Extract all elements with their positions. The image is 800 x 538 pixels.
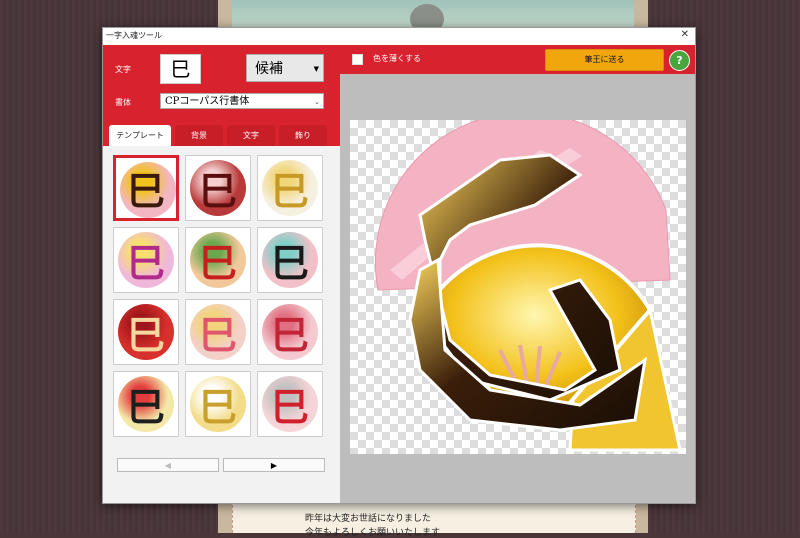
card-photo bbox=[232, 0, 634, 34]
template-pager: ◀ ▶ bbox=[117, 458, 325, 472]
preview-toolbar: 色を薄くする 筆王に送る ? bbox=[340, 45, 695, 74]
template-thumb-glyph: 巳 bbox=[126, 168, 166, 214]
ichiji-tool-dialog: 一字入魂ツール ✕ 文字 巳 候補 ▼ 書体 CPコーパス行書体 ⌄ テンプレー… bbox=[102, 27, 696, 504]
char-label: 文字 bbox=[115, 65, 131, 74]
template-thumb-glyph: 巳 bbox=[126, 384, 166, 430]
dialog-titlebar: 一字入魂ツール ✕ bbox=[103, 28, 695, 45]
preview-panel: 色を薄くする 筆王に送る ? bbox=[340, 45, 695, 503]
settings-panel: 文字 巳 候補 ▼ 書体 CPコーパス行書体 ⌄ テンプレート 背景 文字 飾り… bbox=[103, 45, 340, 503]
tab-template[interactable]: テンプレート bbox=[109, 125, 171, 146]
font-value: CPコーパス行書体 bbox=[165, 96, 250, 107]
candidate-dropdown[interactable]: 候補 ▼ bbox=[246, 54, 324, 82]
chevron-down-icon: ▼ bbox=[313, 65, 319, 73]
tab-text[interactable]: 文字 bbox=[227, 125, 275, 146]
template-thumb-glyph: 巳 bbox=[198, 312, 238, 358]
tab-decoration[interactable]: 飾り bbox=[279, 125, 327, 146]
template-thumb-3[interactable]: 巳 bbox=[257, 155, 323, 221]
template-thumb-1[interactable]: 巳 bbox=[113, 155, 179, 221]
font-label: 書体 bbox=[115, 98, 131, 107]
card-message-line-2: 今年もよろしくお願いいたします bbox=[305, 528, 441, 538]
template-thumb-11[interactable]: 巳 bbox=[185, 371, 251, 437]
template-thumb-glyph: 巳 bbox=[198, 384, 238, 430]
pager-next-button[interactable]: ▶ bbox=[223, 458, 325, 472]
template-thumb-glyph: 巳 bbox=[198, 240, 238, 286]
tab-background[interactable]: 背景 bbox=[175, 125, 223, 146]
template-thumb-9[interactable]: 巳 bbox=[257, 299, 323, 365]
template-thumb-4[interactable]: 巳 bbox=[113, 227, 179, 293]
chevron-down-icon: ⌄ bbox=[314, 98, 320, 106]
template-thumb-5[interactable]: 巳 bbox=[185, 227, 251, 293]
char-input[interactable]: 巳 bbox=[160, 54, 201, 84]
close-icon[interactable]: ✕ bbox=[681, 29, 689, 40]
candidate-label: 候補 bbox=[255, 61, 283, 77]
lighten-checkbox[interactable] bbox=[352, 54, 363, 65]
help-icon[interactable]: ? bbox=[669, 50, 690, 71]
template-thumb-glyph: 巳 bbox=[270, 240, 310, 286]
template-thumb-12[interactable]: 巳 bbox=[257, 371, 323, 437]
card-message-line-1: 昨年は大変お世話になりました bbox=[305, 514, 432, 524]
pager-prev-button[interactable]: ◀ bbox=[117, 458, 219, 472]
send-to-fudeo-button[interactable]: 筆王に送る bbox=[545, 49, 664, 71]
template-thumb-6[interactable]: 巳 bbox=[257, 227, 323, 293]
template-thumb-glyph: 巳 bbox=[198, 168, 238, 214]
font-select[interactable]: CPコーパス行書体 ⌄ bbox=[160, 93, 324, 109]
template-thumb-glyph: 巳 bbox=[126, 312, 166, 358]
template-thumb-8[interactable]: 巳 bbox=[185, 299, 251, 365]
template-thumb-glyph: 巳 bbox=[270, 384, 310, 430]
template-thumb-glyph: 巳 bbox=[126, 240, 166, 286]
preview-artwork bbox=[374, 120, 682, 452]
preview-canvas bbox=[350, 120, 686, 454]
template-thumb-10[interactable]: 巳 bbox=[113, 371, 179, 437]
template-thumb-7[interactable]: 巳 bbox=[113, 299, 179, 365]
lighten-label: 色を薄くする bbox=[373, 54, 421, 63]
template-thumb-glyph: 巳 bbox=[270, 168, 310, 214]
template-thumb-2[interactable]: 巳 bbox=[185, 155, 251, 221]
dialog-title: 一字入魂ツール bbox=[106, 31, 162, 40]
template-grid: 巳巳巳巳巳巳巳巳巳巳巳巳 bbox=[113, 155, 329, 443]
template-thumb-glyph: 巳 bbox=[270, 312, 310, 358]
settings-header: 文字 巳 候補 ▼ 書体 CPコーパス行書体 ⌄ テンプレート 背景 文字 飾り bbox=[103, 45, 340, 146]
tab-strip: テンプレート 背景 文字 飾り bbox=[109, 125, 340, 146]
